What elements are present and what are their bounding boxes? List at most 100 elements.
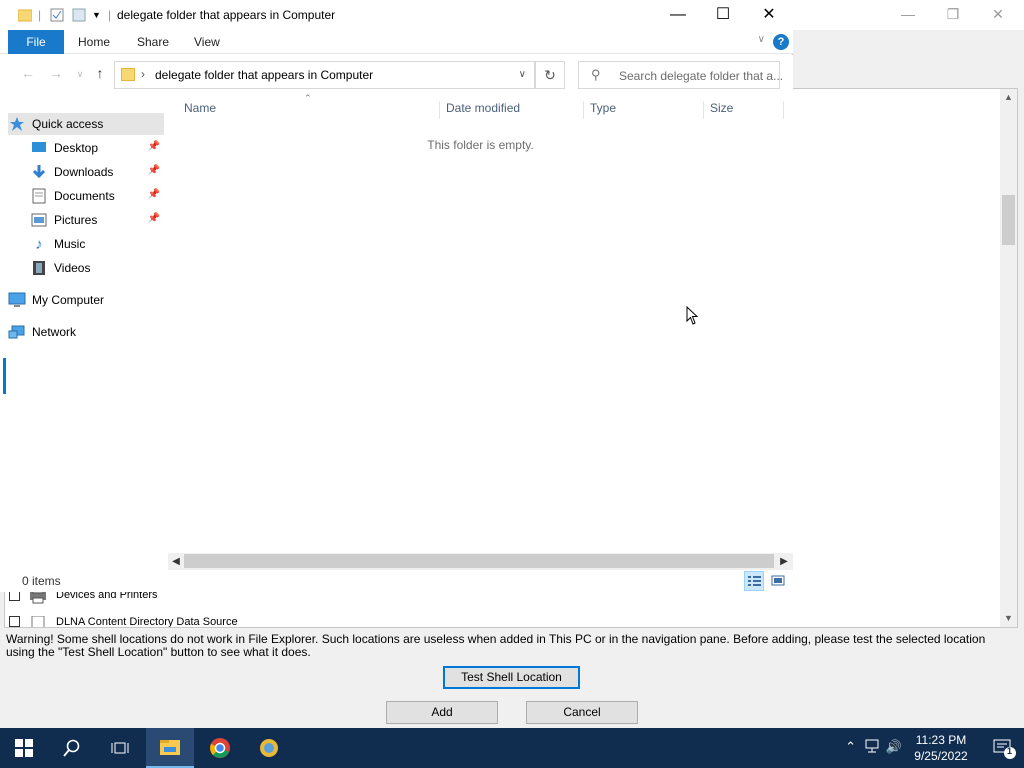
documents-icon (30, 188, 48, 204)
ribbon-tabs: File Home Share View ∨ ? (0, 30, 793, 54)
large-icons-view-icon[interactable] (768, 571, 788, 591)
window-title: delegate folder that appears in Computer (117, 8, 336, 22)
notification-icon[interactable]: 1 (992, 736, 1016, 760)
properties-icon[interactable] (50, 8, 64, 25)
refresh-icon[interactable]: ↻ (535, 61, 565, 89)
music-icon: ♪ (35, 235, 43, 253)
column-header-date-modified[interactable]: Date modified (440, 101, 584, 119)
focus-indicator (3, 358, 6, 394)
vertical-scrollbar[interactable]: ▲ ▼ (1000, 89, 1017, 627)
add-button[interactable]: Add (386, 701, 498, 724)
network-icon[interactable] (864, 739, 880, 756)
nav-label: Music (54, 237, 86, 251)
nav-my-computer[interactable]: My Computer (8, 289, 164, 311)
file-explorer-taskbar-icon[interactable] (146, 728, 194, 768)
chevron-up-icon[interactable]: ⌃ (845, 739, 856, 755)
expand-ribbon-icon[interactable]: ∨ (758, 34, 765, 45)
nav-downloads[interactable]: Downloads 📌 (30, 161, 164, 183)
nav-label: Desktop (54, 141, 99, 155)
close-button[interactable]: ✕ (746, 2, 792, 28)
star-icon (8, 116, 26, 132)
nav-label: Videos (54, 261, 91, 275)
status-bar: 0 items (0, 570, 793, 592)
new-folder-icon[interactable] (72, 8, 86, 25)
chevron-down-icon[interactable]: ∨ (519, 69, 526, 80)
recent-locations-icon[interactable]: ∨ (70, 69, 90, 80)
details-view-icon[interactable] (744, 571, 764, 591)
document-icon (28, 616, 48, 627)
list-item[interactable]: DLNA Content Directory Data Source (9, 616, 238, 627)
scroll-up-icon[interactable]: ▲ (1000, 89, 1017, 106)
folder-icon (17, 8, 33, 25)
volume-icon[interactable]: 🔊 (886, 739, 902, 755)
nav-quick-access[interactable]: Quick access (8, 113, 164, 135)
computer-icon (8, 292, 26, 308)
nav-music[interactable]: ♪ Music (30, 233, 164, 255)
tab-share[interactable]: Share (129, 30, 177, 54)
tab-file[interactable]: File (8, 30, 64, 54)
scroll-thumb[interactable] (184, 554, 774, 568)
scroll-down-icon[interactable]: ▼ (1000, 610, 1017, 627)
nav-documents[interactable]: Documents 📌 (30, 185, 164, 207)
pictures-icon (30, 212, 48, 228)
column-header-type[interactable]: Type (584, 101, 704, 119)
scroll-thumb[interactable] (1002, 195, 1015, 245)
customize-toolbar-icon[interactable]: ▼ (92, 10, 101, 20)
column-header-size[interactable]: Size (704, 101, 784, 119)
dialog-close-button[interactable]: ✕ (983, 4, 1013, 24)
up-icon[interactable]: ↑ (90, 65, 110, 81)
search-input[interactable]: ⚲ Search delegate folder that a... (578, 61, 784, 89)
dialog-restore-button[interactable]: ❐ (938, 4, 968, 24)
nav-label: Downloads (54, 165, 114, 179)
nav-videos[interactable]: Videos (30, 257, 164, 279)
horizontal-scrollbar[interactable]: ◀ ▶ (168, 553, 793, 570)
breadcrumb[interactable]: delegate folder that appears in Computer (155, 68, 373, 82)
address-bar-row: ← → ∨ ↑ › delegate folder that appears i… (0, 55, 793, 93)
warning-text: Warning! Some shell locations do not wor… (6, 632, 986, 659)
empty-folder-message: This folder is empty. (427, 138, 534, 152)
tab-view[interactable]: View (186, 30, 228, 54)
checkbox[interactable] (9, 616, 20, 627)
download-icon (30, 164, 48, 180)
pin-icon[interactable]: 📌 (148, 165, 160, 176)
forward-icon[interactable]: → (46, 65, 66, 81)
dialog-minimize-button[interactable]: — (893, 4, 923, 24)
pin-icon[interactable]: 📌 (148, 213, 160, 224)
nav-pictures[interactable]: Pictures 📌 (30, 209, 164, 231)
file-explorer-window: | ▼ | delegate folder that appears in Co… (0, 0, 793, 592)
folder-icon (121, 68, 135, 81)
start-button[interactable] (0, 728, 48, 768)
maximize-button[interactable]: ☐ (700, 2, 746, 28)
scroll-right-icon[interactable]: ▶ (776, 553, 792, 570)
nav-network[interactable]: Network (8, 321, 164, 343)
app-icon[interactable] (245, 728, 293, 768)
chrome-icon[interactable] (196, 728, 244, 768)
item-count: 0 items (22, 574, 61, 588)
help-icon[interactable]: ? (773, 34, 789, 50)
nav-label: Documents (54, 189, 115, 203)
scroll-left-icon[interactable]: ◀ (168, 553, 184, 570)
nav-label: Pictures (54, 213, 98, 227)
mouse-cursor-icon (686, 305, 700, 329)
back-icon[interactable]: ← (18, 65, 38, 81)
task-view-icon[interactable] (96, 728, 144, 768)
tab-home[interactable]: Home (70, 30, 118, 54)
pin-icon[interactable]: 📌 (148, 141, 160, 152)
clock[interactable]: 11:23 PM 9/25/2022 (906, 732, 976, 764)
separator: | (38, 8, 42, 22)
desktop-icon (30, 140, 48, 156)
separator: | (108, 8, 112, 22)
column-header-name[interactable]: Name (178, 101, 440, 119)
cancel-button[interactable]: Cancel (526, 701, 638, 724)
nav-label: My Computer (32, 293, 105, 307)
pin-icon[interactable]: 📌 (148, 189, 160, 200)
test-shell-location-button[interactable]: Test Shell Location (443, 666, 580, 689)
taskbar: ⌃ 🔊 11:23 PM 9/25/2022 1 (0, 728, 1024, 768)
search-icon[interactable] (48, 728, 96, 768)
nav-desktop[interactable]: Desktop 📌 (30, 137, 164, 159)
search-placeholder: Search delegate folder that a... (619, 69, 784, 83)
list-item-label: DLNA Content Directory Data Source (56, 616, 238, 627)
breadcrumb-chevron-icon[interactable]: › (141, 67, 145, 81)
minimize-button[interactable]: — (655, 2, 701, 28)
address-input[interactable]: › delegate folder that appears in Comput… (114, 61, 535, 89)
